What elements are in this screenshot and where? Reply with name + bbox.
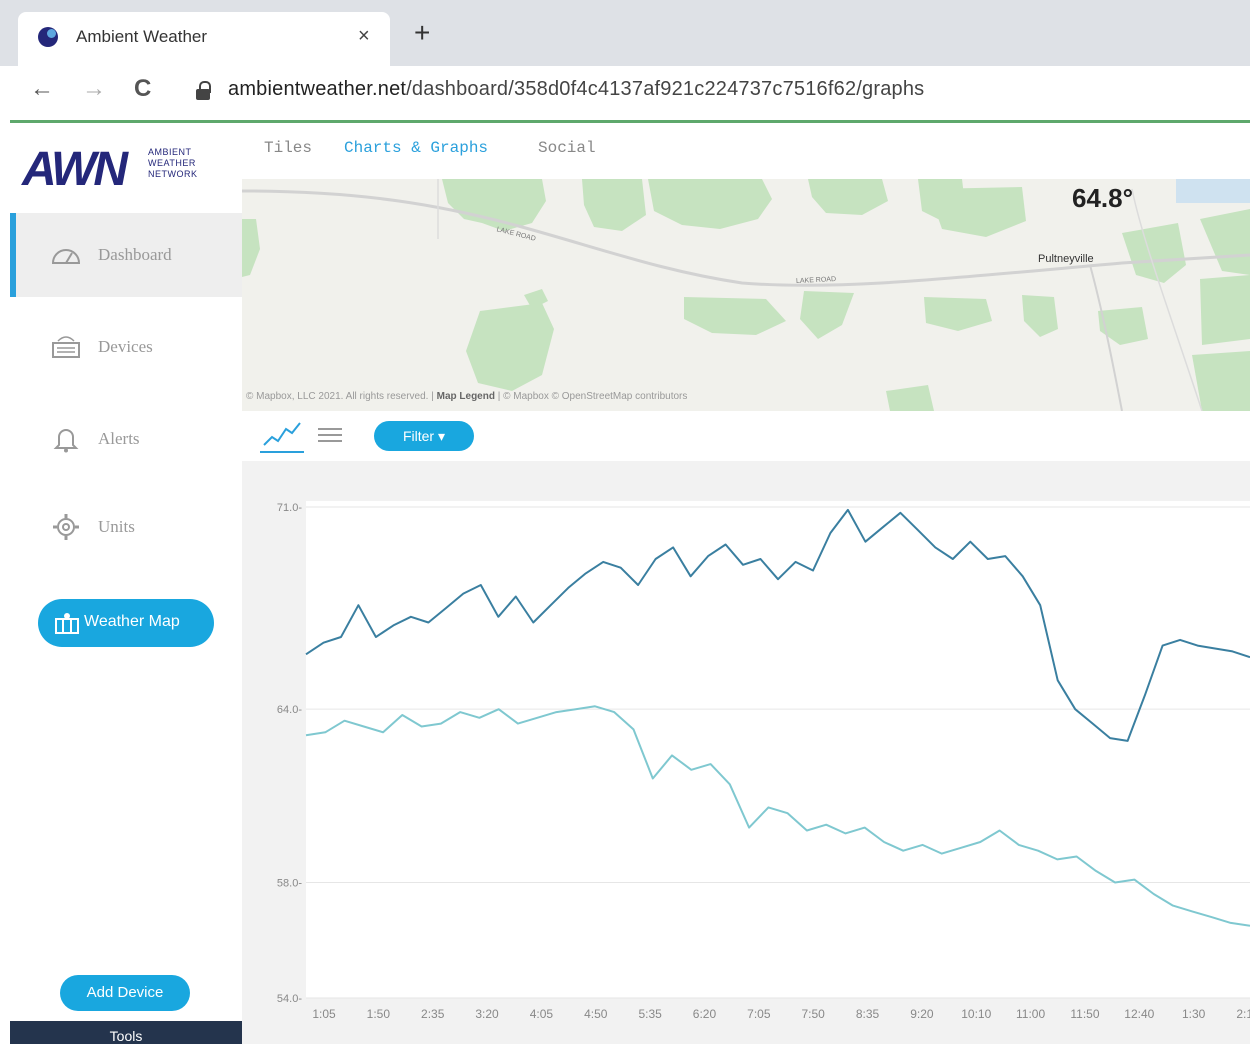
map-town-label: Pultneyville <box>1038 253 1094 265</box>
logo-mark: AWN <box>22 143 128 196</box>
x-tick-label: 10:10 <box>961 1007 991 1021</box>
sidebar-item-label: Devices <box>98 337 153 356</box>
url-host: ambientweather.net <box>228 78 407 100</box>
x-tick-label: 6:20 <box>693 1007 717 1021</box>
reload-icon[interactable]: C <box>134 74 151 104</box>
filter-button[interactable]: Filter ▾ <box>374 421 474 451</box>
tab-social[interactable]: Social <box>538 139 596 157</box>
browser-tab-title: Ambient Weather <box>76 27 208 46</box>
url-path: /dashboard/358d0f4c4137af921c224737c7516… <box>406 78 925 100</box>
browser-tab[interactable]: Ambient Weather × <box>18 12 390 66</box>
back-arrow-icon[interactable]: ← <box>30 74 54 104</box>
x-tick-label: 12:40 <box>1124 1007 1154 1021</box>
line-chart-icon <box>263 422 301 446</box>
attribution-text: © Mapbox, LLC 2021. All rights reserved.… <box>246 391 437 402</box>
station-map[interactable]: LAKE ROAD LAKE ROAD 64.8° Pultneyville ©… <box>242 179 1250 411</box>
logo-text-line: AMBIENT <box>148 147 192 157</box>
x-tick-label: 1:30 <box>1182 1007 1206 1021</box>
map-legend-link[interactable]: Map Legend <box>437 391 495 402</box>
chart-controls: Filter ▾ <box>242 411 1250 461</box>
x-tick-label: 8:35 <box>856 1007 880 1021</box>
ambient-weather-favicon-icon <box>38 27 58 47</box>
tab-charts-graphs[interactable]: Charts & Graphs <box>344 139 488 157</box>
sidebar-item-alerts[interactable]: Alerts <box>10 397 242 481</box>
address-bar[interactable]: ambientweather.net/dashboard/358d0f4c413… <box>228 78 924 101</box>
logo-text-line: NETWORK <box>148 169 198 179</box>
x-tick-label: 11:50 <box>1070 1007 1099 1021</box>
weather-map-button[interactable]: Weather Map <box>38 599 214 647</box>
sidebar: AWN AMBIENT WEATHER NETWORK Dashboard De… <box>10 123 242 1044</box>
x-tick-label: 4:50 <box>584 1007 608 1021</box>
logo-text-line: WEATHER <box>148 158 196 168</box>
y-tick-label: 54.0- <box>277 993 302 1005</box>
sidebar-item-dashboard[interactable]: Dashboard <box>10 213 242 297</box>
x-tick-label: 3:20 <box>475 1007 499 1021</box>
map-temperature-marker[interactable]: 64.8° <box>1072 183 1133 214</box>
x-tick-label: 5:35 <box>638 1007 662 1021</box>
lock-icon[interactable] <box>196 81 211 101</box>
sidebar-item-label: Dashboard <box>98 245 172 264</box>
x-tick-label: 7:05 <box>747 1007 771 1021</box>
device-icon <box>52 336 80 358</box>
chart-svg: 71.0- 64.0- 58.0- 54.0- 1:05 1:50 2:35 3:20 4:05… <box>277 501 1250 1021</box>
x-tick-label: 1:05 <box>312 1007 336 1021</box>
attribution-text: | © Mapbox © OpenStreetMap contributors <box>494 391 688 402</box>
x-tick-label: 1:50 <box>367 1007 391 1021</box>
add-device-button[interactable]: Add Device <box>60 975 190 1011</box>
browser-toolbar: ← → C ambientweather.net/dashboard/358d0… <box>0 66 1250 120</box>
weather-map-label: Weather Map <box>84 613 180 630</box>
sidebar-item-devices[interactable]: Devices <box>10 305 242 389</box>
logo-text: AMBIENT WEATHER NETWORK <box>148 147 198 180</box>
dashboard-tabs: Tiles Charts & Graphs Social <box>242 123 1250 179</box>
bell-icon <box>53 429 79 453</box>
map-attribution: © Mapbox, LLC 2021. All rights reserved.… <box>246 391 687 402</box>
sidebar-item-label: Units <box>98 517 135 536</box>
sidebar-item-units[interactable]: Units <box>10 485 242 569</box>
y-tick-label: 71.0- <box>277 502 302 514</box>
map-water <box>1176 179 1250 203</box>
x-tick-label: 2:35 <box>421 1007 445 1021</box>
x-tick-label: 7:50 <box>801 1007 825 1021</box>
x-tick-label: 2:15 <box>1236 1007 1250 1021</box>
close-tab-icon[interactable]: × <box>358 24 370 48</box>
x-tick-label: 11:00 <box>1016 1007 1045 1021</box>
x-tick-label: 4:05 <box>530 1007 554 1021</box>
browser-tab-bar: Ambient Weather × + <box>0 0 1250 66</box>
map-icon <box>55 613 79 634</box>
x-tick-label: 9:20 <box>910 1007 934 1021</box>
new-tab-icon[interactable]: + <box>414 18 430 48</box>
awn-logo[interactable]: AWN AMBIENT WEATHER NETWORK <box>22 145 232 195</box>
y-tick-label: 58.0- <box>277 877 302 889</box>
line-view-toggle[interactable] <box>260 417 304 453</box>
gauge-icon <box>51 249 81 264</box>
gear-icon <box>53 514 79 540</box>
sidebar-item-label: Alerts <box>98 429 140 448</box>
forward-arrow-icon[interactable]: → <box>82 74 106 104</box>
tab-tiles[interactable]: Tiles <box>264 139 312 157</box>
temperature-chart: 71.0- 64.0- 58.0- 54.0- 1:05 1:50 2:35 3:20 4:05… <box>242 461 1250 1044</box>
plot-area <box>306 501 1250 998</box>
table-view-toggle[interactable] <box>312 417 348 453</box>
list-icon <box>318 428 342 442</box>
tools-button[interactable]: Tools <box>10 1021 242 1044</box>
y-tick-label: 64.0- <box>277 704 302 716</box>
